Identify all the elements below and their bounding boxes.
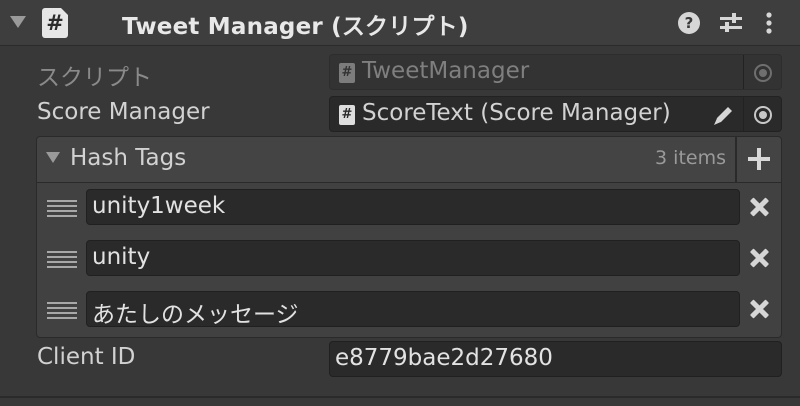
client-id-field[interactable]: e8779bae2d27680 [329,341,782,377]
hash-tag-field[interactable]: unity [86,240,740,276]
drag-handle-icon[interactable] [47,251,77,268]
help-icon[interactable]: ? [678,12,700,34]
remove-item-icon[interactable] [749,247,771,269]
remove-item-icon[interactable] [749,196,771,218]
object-picker-icon [754,64,772,82]
score-manager-label: Score Manager [37,99,210,125]
score-manager-value: ScoreText (Score Manager) [362,100,671,126]
script-label: スクリプト [37,65,152,91]
script-file-icon: # [339,105,355,125]
presets-icon[interactable] [718,11,744,35]
hash-tags-label: Hash Tags [70,145,187,171]
hash-tags-count: 3 items [655,147,726,169]
foldout-arrow-icon[interactable] [46,152,60,163]
divider [0,396,800,398]
object-picker-icon [754,106,772,124]
component-title: Tweet Manager (スクリプト) [122,14,469,40]
drag-handle-icon[interactable] [47,302,77,319]
script-icon: # [42,8,68,38]
score-manager-picker-button[interactable] [743,97,781,131]
plus-icon [757,148,761,170]
script-picker-button [743,55,781,89]
hash-tag-value: unity [92,244,151,270]
hash-tag-field[interactable]: unity1week [86,189,740,225]
drag-handle-icon[interactable] [47,200,77,217]
kebab-menu-icon[interactable] [762,11,776,35]
client-id-label: Client ID [37,344,136,370]
client-id-value: e8779bae2d27680 [335,345,553,371]
script-file-icon: # [339,63,355,83]
hash-tag-value: unity1week [92,193,226,219]
foldout-arrow-icon[interactable] [10,16,26,28]
pencil-icon[interactable] [710,103,736,129]
script-value: TweetManager [362,58,530,84]
remove-item-icon[interactable] [749,298,771,320]
score-manager-object-field[interactable]: # ScoreText (Score Manager) [329,96,782,132]
script-object-field: # TweetManager [329,54,782,90]
hash-tag-field[interactable]: あたしのメッセージ [86,291,740,328]
hash-tag-value: あたしのメッセージ [92,302,299,328]
